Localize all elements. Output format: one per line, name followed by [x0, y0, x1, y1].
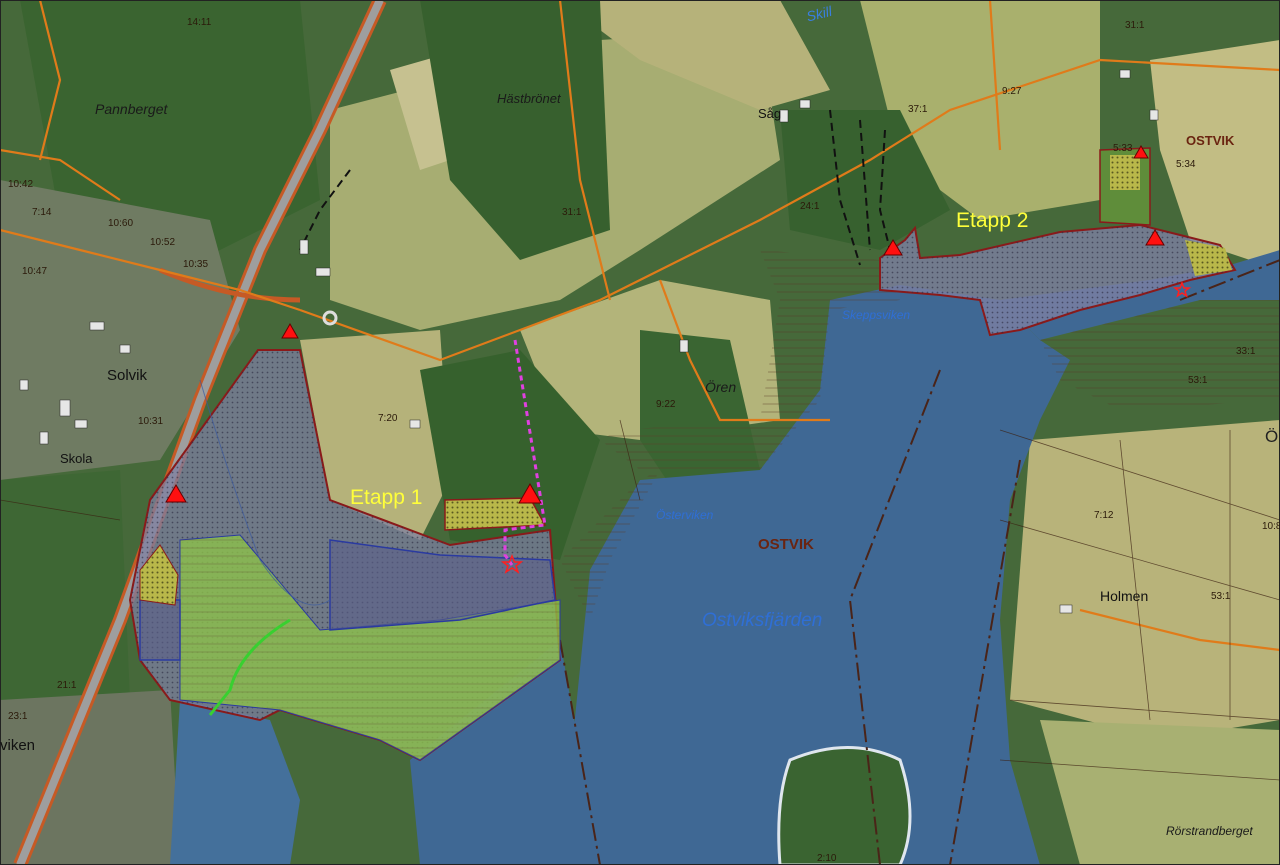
parcel-label: 10:42: [8, 179, 34, 190]
building: [19, 379, 29, 391]
water-osterviken: Österviken: [656, 508, 714, 522]
parcel-label: 9:27: [1002, 86, 1022, 97]
place-holmen: Holmen: [1100, 588, 1149, 604]
parcel-label: 7:14: [32, 207, 52, 218]
parcel-label: 53:1: [1211, 591, 1231, 602]
building: [799, 99, 811, 109]
parcel-label: 7:20: [378, 413, 398, 424]
map-viewport[interactable]: Etapp 1 Etapp 2 Solvik Skola Ören Holmen…: [0, 0, 1280, 865]
building: [1059, 604, 1073, 614]
parcel-label: 23:1: [8, 711, 28, 722]
parcel-label: 10:60: [108, 218, 134, 229]
building: [679, 339, 689, 353]
building: [59, 399, 71, 417]
water-ostviksfjarden: Ostviksfjärden: [702, 610, 823, 631]
parcel-label: 10:31: [138, 416, 164, 427]
building: [299, 239, 309, 255]
parcel-label: 2:10: [817, 853, 837, 864]
field-area: [1010, 420, 1280, 740]
parcel-label: 14:11: [187, 17, 212, 28]
parcel-label: 7:12: [1094, 510, 1114, 521]
parcel-label: 9:22: [656, 399, 676, 410]
parcel-label: 10:35: [183, 259, 209, 270]
place-sag: Såg: [758, 106, 782, 121]
parcel-label: 53:1: [1188, 375, 1208, 386]
parcel-label: 24:1: [800, 201, 820, 212]
parcel-label: 21:1: [57, 680, 77, 691]
building: [74, 419, 88, 429]
parcel-label: 10:8: [1262, 521, 1280, 532]
island: [777, 746, 912, 865]
water-skeppsviken: Skeppsviken: [842, 308, 911, 322]
parcel-label: 5:33: [1113, 143, 1133, 154]
building: [1119, 69, 1131, 79]
area-ostvik: OSTVIK: [758, 536, 814, 553]
stage1-subarea: [139, 599, 181, 661]
field-area: [1040, 720, 1280, 865]
hill-rorstrandberget: Rörstrandberget: [1166, 824, 1253, 838]
building: [89, 321, 105, 331]
stage-2-label: Etapp 2: [956, 209, 1029, 232]
building: [119, 344, 131, 354]
place-solvik: Solvik: [107, 367, 148, 384]
yellow-parcel: [1110, 155, 1140, 190]
place-ostvik-ne: OSTVIK: [1186, 133, 1235, 148]
building: [779, 109, 789, 123]
map-canvas: [0, 0, 1280, 865]
building: [315, 267, 331, 277]
place-viken: viken: [0, 737, 36, 754]
hill-hastbronet: Hästbrönet: [497, 91, 561, 106]
parcel-label: 10:52: [150, 237, 176, 248]
stage-1-label: Etapp 1: [350, 486, 423, 509]
parcel-label: 37:1: [908, 104, 928, 115]
parcel-label: 31:1: [1125, 20, 1145, 31]
building: [409, 419, 421, 429]
place-oren: Ören: [705, 379, 737, 395]
parcel-label: 31:1: [562, 207, 582, 218]
place-edge: Ö: [1265, 427, 1279, 446]
place-skola: Skola: [60, 451, 93, 466]
parcel-label: 5:34: [1176, 159, 1196, 170]
parcel-label: 10:47: [22, 266, 48, 277]
parcel-label: 33:1: [1236, 346, 1256, 357]
hill-pannberget: Pannberget: [95, 101, 168, 117]
building: [1149, 109, 1159, 121]
building: [39, 431, 49, 445]
